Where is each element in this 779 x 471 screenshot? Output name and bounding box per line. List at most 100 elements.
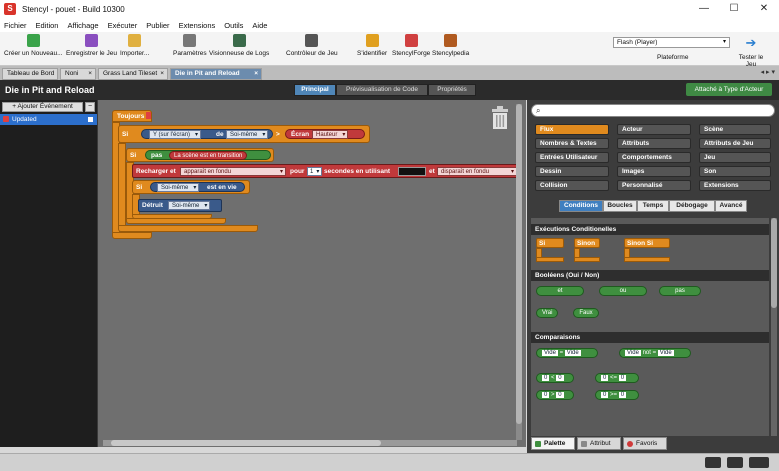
- palette-false-block[interactable]: Faux: [573, 308, 599, 318]
- tab-attribute[interactable]: Attribut: [577, 437, 621, 450]
- close-tab-icon[interactable]: ×: [254, 69, 258, 79]
- category-custom[interactable]: Personnalisé: [617, 180, 691, 191]
- self-dropdown[interactable]: Soi-même: [157, 183, 200, 192]
- subtab-debug[interactable]: Débogage: [669, 200, 715, 212]
- menu-aide[interactable]: Aide: [252, 21, 267, 30]
- remove-event-button[interactable]: −: [85, 102, 95, 112]
- palette-else-block[interactable]: Sinon: [574, 238, 600, 248]
- if-block-2[interactable]: Si pas La scène est en transition: [126, 148, 274, 162]
- category-game[interactable]: Jeu: [699, 152, 771, 163]
- test-game-button[interactable]: ➔ Tester le Jeu: [733, 36, 769, 69]
- settings-button[interactable]: Paramètres: [173, 34, 207, 57]
- subtab-loops[interactable]: Boucles: [603, 200, 637, 212]
- menu-extensions[interactable]: Extensions: [179, 21, 216, 30]
- close-tab-icon[interactable]: ×: [88, 69, 92, 79]
- horizontal-scrollbar[interactable]: [103, 440, 517, 446]
- self-dropdown[interactable]: Soi-même: [168, 201, 211, 210]
- tab-favorites[interactable]: Favoris: [623, 437, 667, 450]
- kill-actor-block[interactable]: Détruit Soi-même: [138, 199, 222, 212]
- palette-if-block[interactable]: Si: [536, 238, 564, 248]
- binoculars-icon[interactable]: [727, 457, 743, 468]
- palette-equals-block[interactable]: Vide = Vide: [536, 348, 598, 358]
- empty-field[interactable]: Vide: [564, 350, 581, 356]
- scene-in-transition-block[interactable]: La scène est en transition: [169, 151, 248, 160]
- color-swatch[interactable]: [398, 167, 426, 176]
- subtab-advanced[interactable]: Avancé: [715, 200, 747, 212]
- category-extensions[interactable]: Extensions: [699, 180, 771, 191]
- import-button[interactable]: Importer...: [120, 34, 149, 57]
- tab-principal[interactable]: Principal: [294, 84, 336, 96]
- tab-properties[interactable]: Propriétés: [428, 84, 476, 96]
- if-block-3[interactable]: Si Soi-même est en vie: [132, 180, 250, 194]
- palette-else-if-block[interactable]: Sinon Si: [624, 238, 670, 248]
- height-dropdown[interactable]: Hauteur: [312, 130, 349, 139]
- zero-field[interactable]: 0: [618, 392, 627, 398]
- zero-field[interactable]: 0: [556, 375, 564, 381]
- subtab-time[interactable]: Temps: [637, 200, 669, 212]
- zero-field[interactable]: 0: [556, 392, 564, 398]
- minimize-button[interactable]: —: [689, 0, 719, 18]
- always-event-block[interactable]: Toujours: [112, 110, 152, 122]
- toggle-panel-icon[interactable]: [705, 457, 721, 468]
- menu-executer[interactable]: Exécuter: [108, 21, 138, 30]
- menu-affichage[interactable]: Affichage: [67, 21, 98, 30]
- stencylforge-button[interactable]: StencylForge: [392, 34, 430, 57]
- category-numbers-text[interactable]: Nombres & Textes: [535, 138, 609, 149]
- subtab-conditions[interactable]: Conditions: [559, 200, 603, 212]
- fade-in-dropdown[interactable]: apparaît en fondu: [180, 167, 286, 176]
- event-item-updated[interactable]: Updated: [0, 114, 97, 125]
- palette-true-block[interactable]: Vrai: [536, 308, 558, 318]
- maximize-button[interactable]: ☐: [719, 0, 749, 18]
- category-images[interactable]: Images: [617, 166, 691, 177]
- category-collision[interactable]: Collision: [535, 180, 609, 191]
- zero-field[interactable]: 0: [542, 375, 550, 381]
- self-dropdown[interactable]: Soi-même: [226, 130, 269, 139]
- category-attributes[interactable]: Attributs: [617, 138, 691, 149]
- zero-field[interactable]: 0: [601, 375, 609, 381]
- tab-dashboard[interactable]: Tableau de Bord: [2, 68, 58, 80]
- palette-and-block[interactable]: et: [536, 286, 584, 296]
- category-flux[interactable]: Flux: [535, 124, 609, 135]
- category-actor[interactable]: Acteur: [617, 124, 691, 135]
- menu-outils[interactable]: Outils: [224, 21, 243, 30]
- create-new-button[interactable]: Créer un Nouveau...: [4, 34, 63, 57]
- category-scene[interactable]: Scène: [699, 124, 771, 135]
- palette-less-than-block[interactable]: 0 < 0: [536, 373, 574, 383]
- palette-greater-than-block[interactable]: 0 > 0: [536, 390, 574, 400]
- empty-field[interactable]: Vide: [542, 350, 558, 356]
- palette-less-equal-block[interactable]: 0 <= 0: [595, 373, 639, 383]
- scrollbar-thumb[interactable]: [771, 218, 777, 308]
- seconds-value-field[interactable]: 1: [307, 167, 323, 176]
- platform-select[interactable]: Flash (Player) ▾: [613, 37, 730, 48]
- empty-field[interactable]: Vide: [625, 350, 641, 356]
- enabled-checkbox[interactable]: [88, 117, 93, 122]
- vertical-scrollbar[interactable]: [516, 104, 522, 440]
- palette-greater-equal-block[interactable]: 0 >= 0: [595, 390, 639, 400]
- fade-out-dropdown[interactable]: disparaît en fondu: [437, 167, 517, 176]
- gear-icon[interactable]: [749, 457, 769, 468]
- palette-not-equals-block[interactable]: Vide not = Vide: [619, 348, 691, 358]
- category-behaviors[interactable]: Comportements: [617, 152, 691, 163]
- tab-palette[interactable]: Palette: [531, 437, 575, 450]
- tab-navigation[interactable]: ◂ ▸ ▾: [761, 68, 775, 76]
- close-button[interactable]: ✕: [749, 0, 779, 18]
- block-canvas[interactable]: Toujours Si Y (sur l'écran) de Soi-même …: [97, 100, 526, 447]
- game-controller-button[interactable]: Contrôleur de Jeu: [286, 34, 338, 57]
- palette-scrollbar[interactable]: [771, 218, 777, 436]
- reload-scene-block[interactable]: Recharger et apparaît en fondu pour 1 se…: [132, 164, 522, 178]
- palette-not-block[interactable]: pas: [659, 286, 701, 296]
- trash-icon[interactable]: [490, 106, 510, 130]
- attach-actor-type-button[interactable]: Attaché à Type d'Acteur: [686, 83, 772, 96]
- zero-field[interactable]: 0: [601, 392, 609, 398]
- palette-search-input[interactable]: ⌕: [531, 104, 775, 117]
- close-tab-icon[interactable]: ×: [160, 69, 164, 79]
- palette-or-block[interactable]: ou: [599, 286, 647, 296]
- menu-fichier[interactable]: Fichier: [4, 21, 27, 30]
- menu-edition[interactable]: Edition: [36, 21, 59, 30]
- sign-in-button[interactable]: S'identifier: [357, 34, 387, 57]
- scrollbar-thumb[interactable]: [516, 104, 522, 424]
- tab-code-preview[interactable]: Prévisualisation de Code: [336, 84, 428, 96]
- log-viewer-button[interactable]: Visionneuse de Logs: [209, 34, 269, 57]
- category-user-input[interactable]: Entrées Utilisateur: [535, 152, 609, 163]
- tab-die-in-pit[interactable]: Die in Pit and Reload ×: [170, 68, 262, 80]
